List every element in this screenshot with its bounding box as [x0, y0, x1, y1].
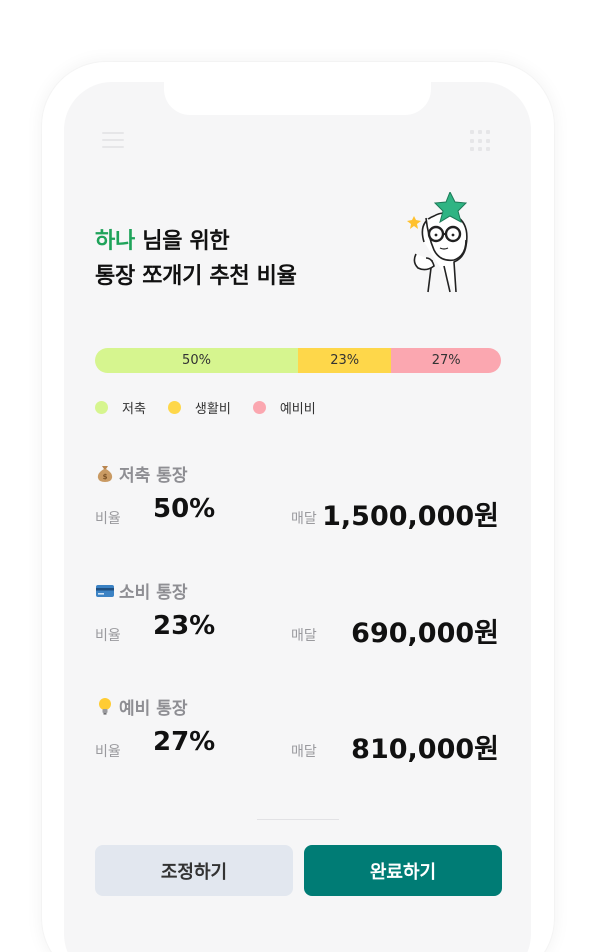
monthly-label: 매달	[291, 628, 317, 644]
ratio-segment-living: 23%	[298, 348, 392, 373]
account-savings: $ 저축 통장 비율 50% 매달 1,500,000원	[95, 460, 505, 534]
legend-item-reserve: 예비비	[252, 398, 316, 417]
legend-dot	[95, 401, 108, 414]
phone-notch	[164, 82, 431, 115]
account-title: $ 저축 통장	[95, 460, 505, 486]
legend-dot	[252, 401, 266, 414]
monthly-amount: 810,000원	[351, 734, 499, 765]
money-bag-icon: $	[97, 466, 113, 482]
divider	[257, 819, 339, 820]
legend-label: 예비비	[279, 402, 316, 417]
account-title: 소비 통장	[95, 577, 505, 603]
adjust-button[interactable]: 조정하기	[95, 845, 293, 896]
legend-dot	[167, 401, 181, 414]
account-reserve: 예비 통장 비율 27% 매달 810,000원	[95, 693, 505, 767]
ratio-label: 비율	[95, 744, 121, 760]
ratio-value: 27%	[153, 727, 216, 757]
account-row: 비율 27% 매달 810,000원	[95, 727, 505, 767]
account-title-text: 예비 통장	[119, 698, 188, 719]
grid-icon[interactable]	[470, 130, 492, 152]
legend-item-savings: 저축	[95, 398, 146, 417]
account-title-text: 저축 통장	[119, 465, 188, 486]
svg-text:$: $	[103, 473, 108, 481]
title-line2: 통장 쪼개기 추천 비율	[95, 264, 297, 289]
account-row: 비율 50% 매달 1,500,000원	[95, 494, 505, 534]
ratio-segment-savings: 50%	[95, 348, 298, 373]
monthly-amount: 1,500,000원	[322, 501, 499, 532]
done-button[interactable]: 완료하기	[304, 845, 502, 896]
monthly-amount: 690,000원	[351, 618, 499, 649]
account-spending: 소비 통장 비율 23% 매달 690,000원	[95, 577, 505, 651]
title-line1: 님을 위한	[134, 229, 230, 254]
ratio-bar: 50% 23% 27%	[95, 348, 501, 373]
ratio-legend: 저축 생활비 예비비	[95, 398, 338, 417]
menu-icon[interactable]	[102, 132, 124, 150]
account-row: 비율 23% 매달 690,000원	[95, 611, 505, 651]
mascot-character-icon	[407, 192, 468, 293]
legend-label: 저축	[122, 402, 146, 417]
page-title: 하나 님을 위한 통장 쪼개기 추천 비율	[95, 224, 297, 294]
brand-name: 하나	[95, 229, 135, 254]
light-bulb-icon	[99, 698, 111, 715]
account-title: 예비 통장	[95, 693, 505, 719]
ratio-segment-reserve: 27%	[391, 348, 501, 373]
ratio-value: 23%	[153, 611, 216, 641]
account-title-text: 소비 통장	[119, 582, 188, 603]
legend-item-living: 생활비	[167, 398, 231, 417]
ratio-label: 비율	[95, 511, 121, 527]
ratio-label: 비율	[95, 628, 121, 644]
monthly-label: 매달	[291, 744, 317, 760]
legend-label: 생활비	[194, 402, 231, 417]
credit-card-icon	[96, 585, 114, 597]
ratio-value: 50%	[153, 494, 216, 524]
app-screen: 하나 님을 위한 통장 쪼개기 추천 비율 50% 23% 27% 저축 생활비…	[64, 82, 531, 952]
monthly-label: 매달	[291, 511, 317, 527]
